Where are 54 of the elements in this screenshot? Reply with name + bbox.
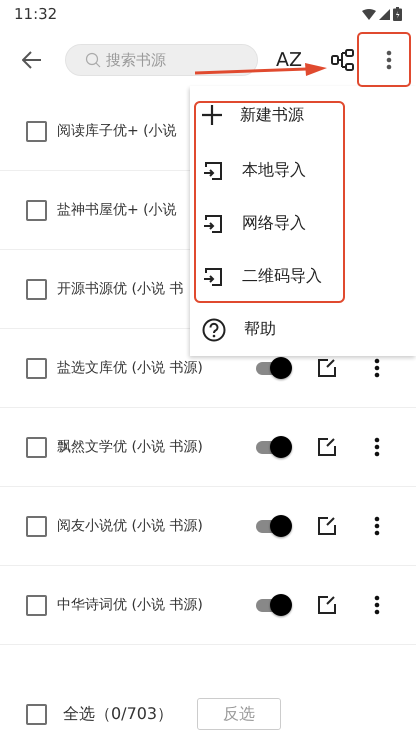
toggle-switch[interactable] (254, 594, 292, 616)
toggle-switch[interactable] (254, 357, 292, 379)
menu-item[interactable]: 新建书源 (190, 88, 416, 144)
checkbox[interactable] (26, 436, 47, 458)
edit-icon (317, 437, 337, 457)
group-button[interactable] (329, 46, 357, 74)
select-all-label: 全选（0/703） (63, 704, 174, 724)
source-name: 盐选文库优 (小说 书源) (57, 359, 203, 377)
menu-item[interactable]: 本地导入 (190, 144, 416, 197)
edit-icon (317, 358, 337, 378)
import-icon (204, 214, 222, 232)
checkbox[interactable] (26, 358, 47, 378)
toggle-switch[interactable] (254, 436, 292, 458)
search-field[interactable]: 搜索书源 (65, 44, 258, 76)
checkbox[interactable] (26, 278, 47, 300)
more-icon (386, 50, 392, 70)
source-name: 盐神书屋优+ (小说 (57, 201, 177, 219)
checkbox[interactable] (26, 120, 47, 142)
edit-button[interactable] (316, 594, 338, 616)
more-icon (374, 358, 380, 378)
edit-button[interactable] (316, 436, 338, 458)
plus-icon (202, 105, 222, 125)
edit-button[interactable] (316, 357, 338, 379)
more-icon (374, 516, 380, 536)
source-name: 阅友小说优 (小说 书源) (57, 517, 203, 535)
back-arrow-icon (22, 51, 42, 69)
signal-icon (379, 8, 390, 20)
import-icon (204, 162, 222, 180)
group-icon (331, 48, 355, 72)
menu-item[interactable]: 二维码导入 (190, 250, 416, 303)
highlight-frame (357, 32, 411, 87)
help-icon (202, 318, 226, 342)
toggle-switch[interactable] (254, 515, 292, 537)
source-name: 中华诗词优 (小说 书源) (57, 596, 203, 614)
clock: 11:32 (14, 5, 58, 23)
checkbox[interactable] (26, 516, 47, 536)
search-icon (85, 52, 101, 68)
checkbox[interactable] (26, 200, 47, 220)
checkbox[interactable] (26, 704, 47, 724)
battery-icon (393, 7, 402, 21)
sort-button[interactable]: AZ (274, 49, 304, 71)
source-name: 开源书源优 (小说 书 (57, 280, 184, 298)
wifi-icon (362, 8, 376, 20)
checkbox[interactable] (26, 594, 47, 616)
edit-button[interactable] (316, 515, 338, 537)
more-icon (374, 437, 380, 457)
more-icon (374, 595, 380, 615)
menu-item[interactable]: 帮助 (190, 303, 416, 356)
source-name: 阅读库子优+ (小说 (57, 122, 177, 140)
edit-icon (317, 595, 337, 615)
import-icon (204, 268, 222, 286)
source-name: 飘然文学优 (小说 书源) (57, 438, 203, 456)
edit-icon (317, 516, 337, 536)
menu-item[interactable]: 网络导入 (190, 197, 416, 250)
